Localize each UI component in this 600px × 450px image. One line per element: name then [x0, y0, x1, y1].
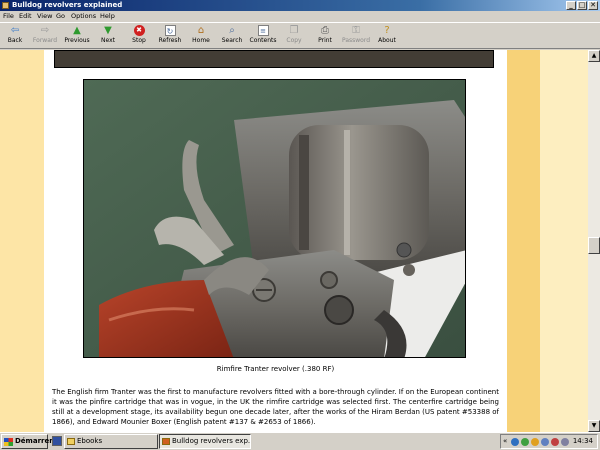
start-button[interactable]: Démarrer: [1, 434, 53, 449]
copy-button[interactable]: ❐ Copy: [279, 25, 309, 49]
menu-help[interactable]: Help: [100, 11, 115, 22]
previous-label: Previous: [64, 37, 90, 44]
contents-button[interactable]: ≡ Contents: [248, 25, 278, 49]
taskbar-button-label: Ebooks: [77, 437, 103, 445]
home-button[interactable]: ⌂ Home: [186, 25, 216, 49]
quick-launch-icon[interactable]: [52, 436, 62, 446]
refresh-label: Refresh: [158, 37, 182, 44]
folder-icon: [67, 438, 75, 445]
scroll-thumb[interactable]: [588, 237, 600, 254]
back-label: Back: [7, 37, 23, 44]
back-button[interactable]: ⇦ Back: [0, 25, 30, 49]
home-icon: ⌂: [197, 25, 205, 36]
windows-logo-icon: [4, 438, 13, 446]
window-title: Bulldog revolvers explained: [12, 1, 123, 9]
tray-expand-button[interactable]: «: [503, 435, 507, 448]
close-button[interactable]: ✕: [588, 1, 598, 10]
about-icon: ?: [384, 25, 390, 36]
forward-button[interactable]: ⇨ Forward: [30, 25, 60, 49]
revolver-illustration: [84, 80, 465, 357]
previous-button[interactable]: ▲ Previous: [62, 25, 92, 49]
forward-arrow-icon: ⇨: [40, 25, 50, 36]
print-icon: ⎙: [321, 25, 329, 36]
image-caption: Rimfire Tranter revolver (.380 RF): [216, 365, 335, 373]
home-label: Home: [192, 37, 210, 44]
menu-go[interactable]: Go: [56, 11, 65, 22]
copy-label: Copy: [286, 37, 302, 44]
volume-icon[interactable]: [541, 438, 549, 446]
stop-icon: ✖: [133, 25, 145, 36]
speaker-icon[interactable]: [561, 438, 569, 446]
revolver-photo: [83, 79, 466, 358]
maximize-button[interactable]: □: [577, 1, 587, 10]
taskbar-button-bulldog[interactable]: Bulldog revolvers exp...: [159, 434, 251, 449]
previous-image-bottom: [54, 50, 494, 68]
next-label: Next: [101, 37, 115, 44]
system-tray: « 14:34: [500, 434, 598, 449]
forward-label: Forward: [32, 37, 58, 44]
scroll-up-arrow-icon[interactable]: ▲: [588, 50, 600, 62]
print-button[interactable]: ⎙ Print: [310, 25, 340, 49]
help-viewer-window: Bulldog revolvers explained _ □ ✕ File E…: [0, 0, 600, 450]
search-label: Search: [221, 37, 243, 44]
article-paragraph: The English firm Tranter was the first t…: [52, 388, 499, 426]
menu-bar: File Edit View Go Options Help: [0, 11, 600, 22]
security-icon[interactable]: [531, 438, 539, 446]
menu-view[interactable]: View: [37, 11, 52, 22]
page-body: Rimfire Tranter revolver (.380 RF) The E…: [44, 50, 507, 432]
toolbar: ⇦ Back ⇨ Forward ▲ Previous ▼ Next ✖ Sto…: [0, 22, 600, 49]
up-arrow-icon: ▲: [73, 25, 81, 36]
copy-icon: ❐: [289, 25, 299, 36]
antivirus-icon[interactable]: [551, 438, 559, 446]
taskbar-button-label: Bulldog revolvers exp...: [172, 437, 251, 445]
book-icon: [162, 438, 170, 445]
password-button[interactable]: ⚿ Password: [341, 25, 371, 49]
right-margin-strip: [507, 50, 540, 432]
scroll-down-arrow-icon[interactable]: ▼: [588, 420, 600, 432]
about-button[interactable]: ? About: [372, 25, 402, 49]
print-label: Print: [318, 37, 332, 44]
key-icon: ⚿: [352, 25, 360, 36]
content-pane[interactable]: Rimfire Tranter revolver (.380 RF) The E…: [0, 50, 588, 432]
minimize-button[interactable]: _: [566, 1, 576, 10]
start-label: Démarrer: [15, 437, 53, 445]
next-button[interactable]: ▼ Next: [93, 25, 123, 49]
refresh-button[interactable]: ↻ Refresh: [155, 25, 185, 49]
down-arrow-icon: ▼: [104, 25, 112, 36]
refresh-icon: ↻: [164, 25, 176, 36]
left-margin-strip: [0, 50, 44, 432]
network-icon[interactable]: [511, 438, 519, 446]
contents-icon: ≡: [257, 25, 269, 36]
update-icon[interactable]: [521, 438, 529, 446]
clock: 14:34: [572, 437, 593, 445]
stop-button[interactable]: ✖ Stop: [124, 25, 154, 49]
about-label: About: [378, 37, 396, 44]
vertical-scrollbar[interactable]: ▲ ▼: [588, 50, 600, 432]
menu-edit[interactable]: Edit: [19, 11, 32, 22]
title-bar[interactable]: Bulldog revolvers explained _ □ ✕: [0, 0, 600, 11]
taskbar: Démarrer Ebooks Bulldog revolvers exp...…: [0, 432, 600, 450]
stop-label: Stop: [132, 37, 146, 44]
password-label: Password: [341, 37, 371, 44]
app-icon: [2, 2, 9, 9]
taskbar-button-ebooks[interactable]: Ebooks: [64, 434, 158, 449]
back-arrow-icon: ⇦: [10, 25, 20, 36]
menu-file[interactable]: File: [3, 11, 14, 22]
search-button[interactable]: ⌕ Search: [217, 25, 247, 49]
far-right-strip: [540, 50, 588, 432]
menu-options[interactable]: Options: [71, 11, 96, 22]
contents-label: Contents: [249, 37, 277, 44]
search-icon: ⌕: [229, 25, 235, 36]
